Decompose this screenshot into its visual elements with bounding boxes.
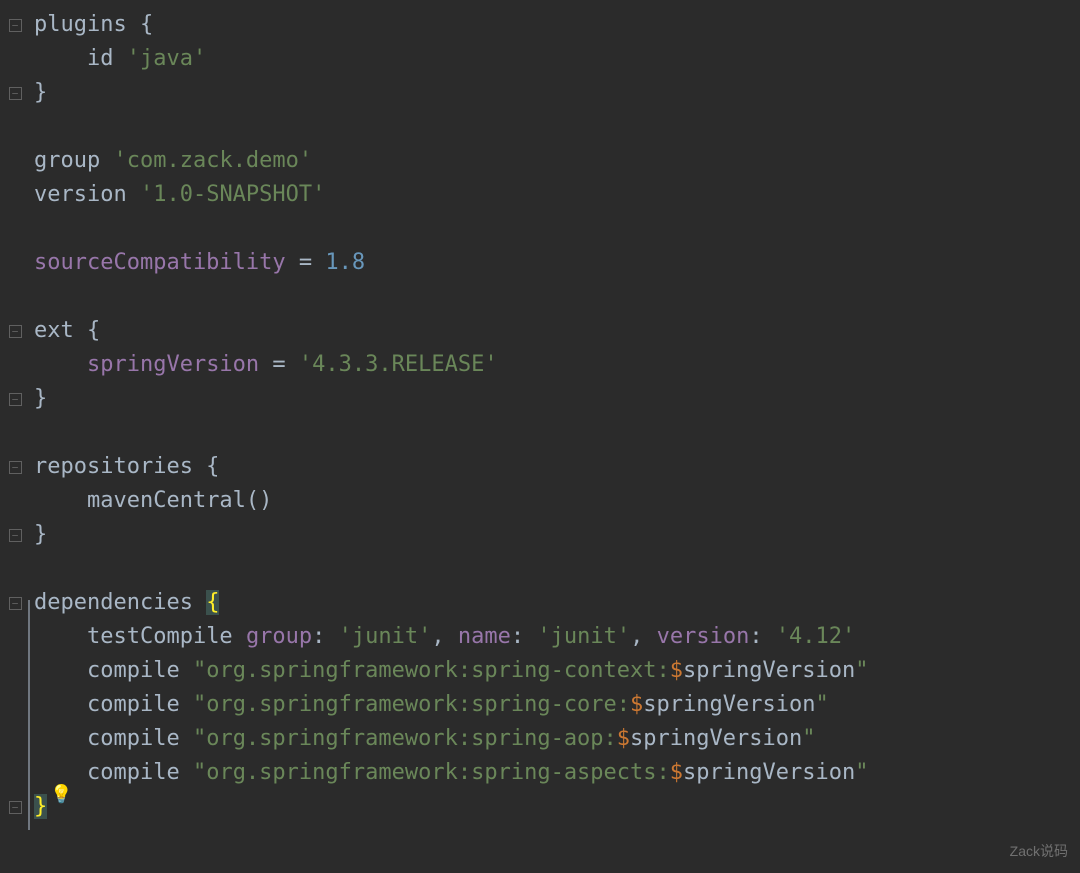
gutter-row: − [0, 382, 30, 416]
gutter-row [0, 280, 30, 314]
gutter-row [0, 212, 30, 246]
code-line[interactable]: group 'com.zack.demo' [34, 144, 868, 178]
gutter-row [0, 42, 30, 76]
code-line[interactable]: dependencies { [34, 586, 868, 620]
gutter: − − − − − − − − [0, 0, 30, 873]
code-line[interactable] [34, 280, 868, 314]
code-line[interactable]: testCompile group: 'junit', name: 'junit… [34, 620, 868, 654]
code-line[interactable] [34, 110, 868, 144]
fold-close-icon[interactable]: − [9, 393, 22, 406]
gutter-row [0, 246, 30, 280]
code-line[interactable]: compile "org.springframework:spring-aspe… [34, 756, 868, 790]
code-line[interactable]: ext { [34, 314, 868, 348]
lightbulb-icon[interactable]: 💡 [50, 781, 72, 809]
gutter-row [0, 756, 30, 790]
code-line[interactable]: compile "org.springframework:spring-core… [34, 688, 868, 722]
code-line[interactable] [34, 416, 868, 450]
fold-open-icon[interactable]: − [9, 597, 22, 610]
fold-close-icon[interactable]: − [9, 529, 22, 542]
gutter-row [0, 620, 30, 654]
gutter-row [0, 110, 30, 144]
gutter-row [0, 484, 30, 518]
gutter-row [0, 688, 30, 722]
gutter-row [0, 722, 30, 756]
caret-indicator [28, 600, 30, 830]
gutter-row: − [0, 450, 30, 484]
code-line[interactable]: repositories { [34, 450, 868, 484]
code-line[interactable]: plugins { [34, 8, 868, 42]
gutter-row [0, 552, 30, 586]
gutter-row [0, 416, 30, 450]
fold-open-icon[interactable]: − [9, 19, 22, 32]
gutter-row: − [0, 8, 30, 42]
gutter-row: − [0, 518, 30, 552]
code-line[interactable] [34, 552, 868, 586]
code-line[interactable]: id 'java' [34, 42, 868, 76]
code-line[interactable]: } [34, 518, 868, 552]
gutter-row: − [0, 76, 30, 110]
gutter-row [0, 178, 30, 212]
gutter-row: − [0, 790, 30, 824]
gutter-row: − [0, 586, 30, 620]
gutter-row [0, 654, 30, 688]
fold-open-icon[interactable]: − [9, 325, 22, 338]
code-line[interactable]: compile "org.springframework:spring-cont… [34, 654, 868, 688]
code-line[interactable]: springVersion = '4.3.3.RELEASE' [34, 348, 868, 382]
code-line[interactable]: compile "org.springframework:spring-aop:… [34, 722, 868, 756]
gutter-row: − [0, 314, 30, 348]
gutter-row [0, 348, 30, 382]
code-area[interactable]: plugins { id 'java'} group 'com.zack.dem… [30, 0, 868, 873]
code-line[interactable]: mavenCentral() [34, 484, 868, 518]
code-line[interactable]: version '1.0-SNAPSHOT' [34, 178, 868, 212]
fold-close-icon[interactable]: − [9, 87, 22, 100]
code-line[interactable]: } [34, 790, 868, 824]
code-line[interactable] [34, 212, 868, 246]
code-line[interactable]: } [34, 382, 868, 416]
fold-open-icon[interactable]: − [9, 461, 22, 474]
code-line[interactable]: } [34, 76, 868, 110]
fold-close-icon[interactable]: − [9, 801, 22, 814]
gutter-row [0, 144, 30, 178]
watermark-text: Zack说码 [1010, 841, 1068, 863]
code-editor[interactable]: − − − − − − − − plugins { id 'java'} group 'com… [0, 0, 1080, 873]
code-line[interactable]: sourceCompatibility = 1.8 [34, 246, 868, 280]
